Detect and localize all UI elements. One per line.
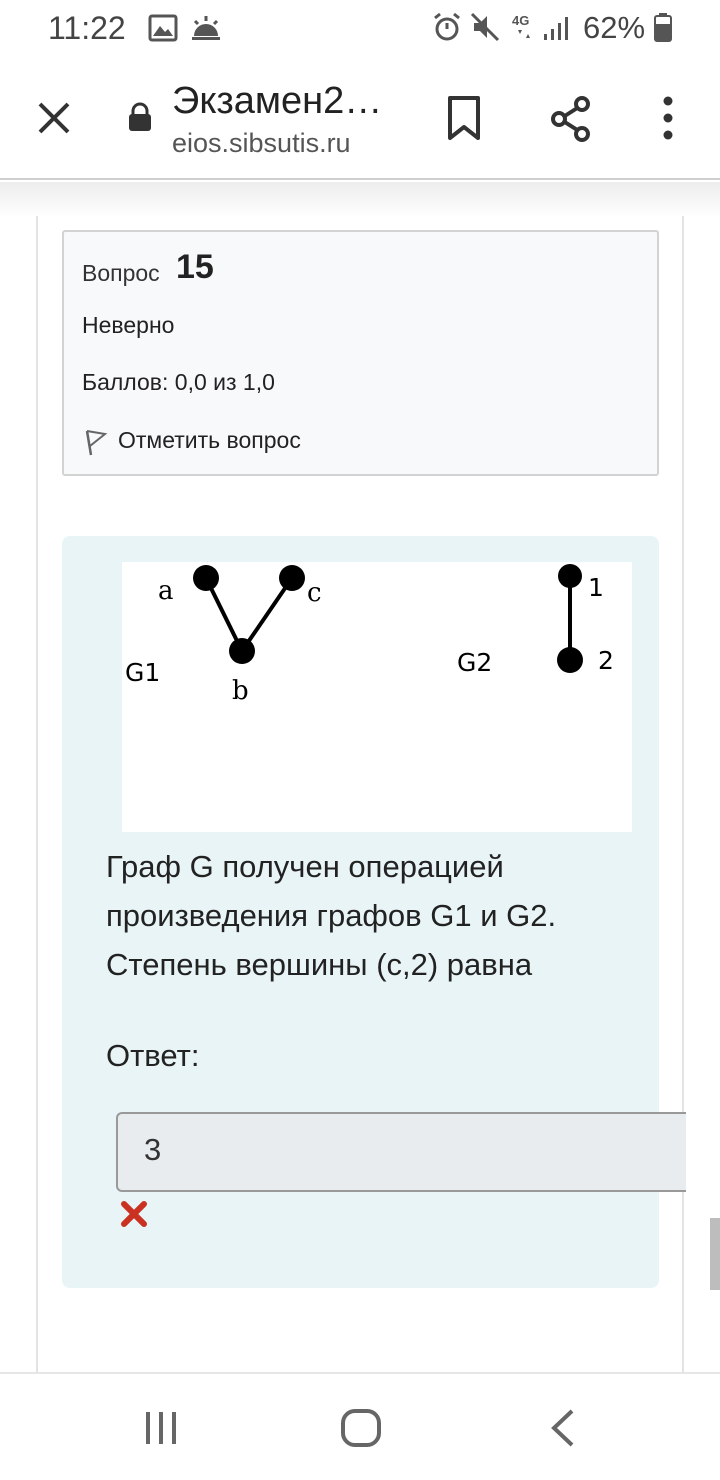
scrollbar-thumb[interactable] [710,1218,720,1290]
vertex-label-c: c [307,578,322,608]
home-icon[interactable] [340,1408,382,1448]
mute-icon [470,12,500,42]
status-time: 11:22 [48,10,126,46]
vertex-label-2: 2 [598,646,614,675]
lock-icon[interactable] [126,102,154,132]
page-url[interactable]: eios.sibsutis.ru [172,128,351,159]
flag-question-link[interactable]: Отметить вопрос [118,427,301,454]
question-text: Граф G получен операцией произведения гр… [106,849,557,982]
weather-icon [192,16,220,40]
page-title[interactable]: Экзамен2… [172,80,382,123]
battery-percent: 62% [583,10,646,45]
answer-label: Ответ: [106,1038,200,1073]
page-border-right [682,216,684,1376]
vertex-c [279,565,305,591]
question-content: a b c G1 1 2 G2 Граф G получен операцией… [62,536,686,1288]
incorrect-mark-icon [121,1201,147,1227]
bookmark-icon[interactable] [444,94,484,142]
more-menu-icon[interactable] [656,94,680,144]
vertex-b [229,638,255,664]
vertex-a [193,565,219,591]
share-icon[interactable] [548,94,594,144]
question-grade: Баллов: 0,0 из 1,0 [82,369,275,395]
vertex-1 [558,564,582,588]
flag-icon[interactable] [82,428,108,456]
graph-figure: a b c G1 1 2 G2 [122,562,632,832]
signal-icon [544,17,568,40]
svg-text:4G: 4G [512,13,529,28]
battery-icon [654,13,672,42]
vertex-2 [557,647,583,673]
page-top-shadow [0,182,720,218]
gallery-icon [148,14,178,42]
vertex-label-b: b [232,676,249,706]
close-icon[interactable] [34,98,74,138]
status-bar: 11:22 4G 62% [0,0,720,58]
answer-input[interactable]: 3 [116,1112,686,1192]
recent-apps-icon[interactable] [142,1410,180,1446]
network-4g-icon: 4G [512,13,530,38]
edge-c-b [240,576,294,653]
vertex-label-a: a [158,576,174,606]
question-number: 15 [176,248,214,286]
g2-label: G2 [457,648,492,677]
g1-label: G1 [125,658,160,687]
question-label: Вопрос [82,260,160,286]
page-border-left [36,216,38,1376]
question-info-panel: Вопрос 15 Неверно Баллов: 0,0 из 1,0 Отм… [62,230,659,476]
back-icon[interactable] [548,1408,578,1448]
vertex-label-1: 1 [588,573,604,602]
system-nav-bar [0,1372,720,1480]
browser-toolbar: Экзамен2… eios.sibsutis.ru [0,58,720,180]
alarm-icon [434,12,460,41]
question-state: Неверно [82,312,175,338]
